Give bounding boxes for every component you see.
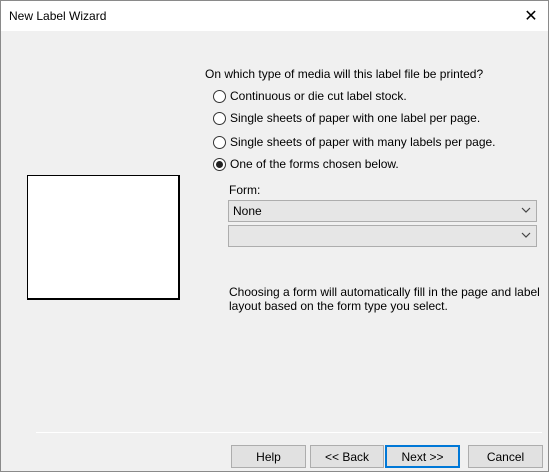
- footer-divider: [36, 432, 542, 433]
- radio-label: Single sheets of paper with many labels …: [230, 135, 496, 149]
- radio-button[interactable]: [213, 111, 226, 125]
- form-select-value: None: [233, 204, 262, 218]
- next-button[interactable]: Next >>: [385, 445, 460, 468]
- help-button[interactable]: Help: [231, 445, 306, 468]
- form-info-text: Choosing a form will automatically fill …: [229, 285, 540, 313]
- close-icon[interactable]: ✕: [514, 1, 548, 31]
- label-preview: [27, 175, 180, 300]
- title-bar: New Label Wizard ✕: [1, 1, 548, 31]
- back-button[interactable]: << Back: [310, 445, 384, 468]
- radio-forms[interactable]: One of the forms chosen below.: [213, 156, 399, 172]
- radio-single-one[interactable]: Single sheets of paper with one label pe…: [213, 110, 480, 126]
- wizard-window: New Label Wizard ✕ On which type of medi…: [0, 0, 549, 472]
- cancel-button[interactable]: Cancel: [468, 445, 543, 468]
- radio-button[interactable]: [213, 89, 226, 103]
- radio-single-many[interactable]: Single sheets of paper with many labels …: [213, 134, 496, 150]
- radio-label: Single sheets of paper with one label pe…: [230, 111, 481, 125]
- chevron-down-icon: [521, 229, 531, 244]
- radio-dot: [216, 160, 223, 168]
- radio-continuous[interactable]: Continuous or die cut label stock.: [213, 88, 407, 104]
- media-question: On which type of media will this label f…: [205, 67, 484, 81]
- form-label: Form:: [229, 183, 261, 197]
- radio-label: One of the forms chosen below.: [230, 157, 399, 171]
- form-subselect[interactable]: [228, 225, 537, 247]
- form-select[interactable]: None: [228, 200, 537, 222]
- radio-label: Continuous or die cut label stock.: [230, 89, 407, 103]
- radio-button[interactable]: [213, 135, 226, 149]
- radio-button-selected[interactable]: [213, 157, 226, 171]
- chevron-down-icon: [521, 204, 531, 219]
- window-title: New Label Wizard: [9, 9, 107, 23]
